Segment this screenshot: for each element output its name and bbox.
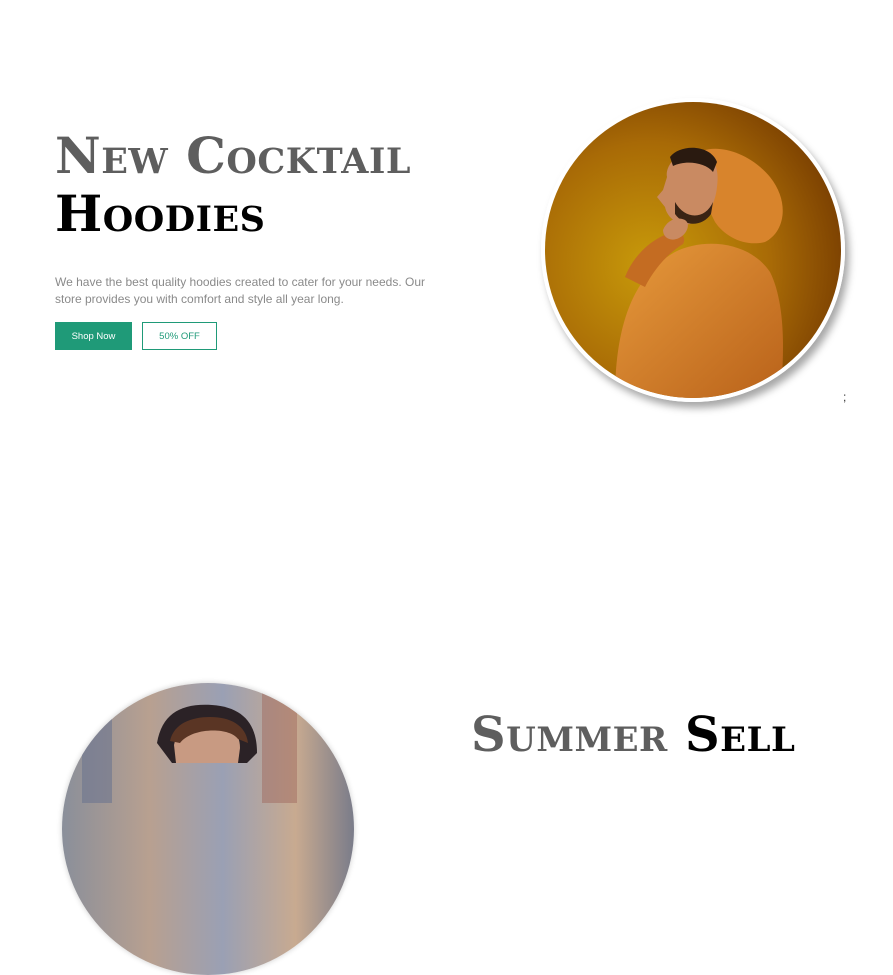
- hero-title-line2: Hoodies: [55, 184, 266, 243]
- hero-description: We have the best quality hoodies created…: [55, 275, 425, 306]
- hero-actions: Shop Now 50% OFF: [55, 322, 475, 350]
- summer-title: Summer Sell: [471, 705, 795, 765]
- hero-title-line1: New Cocktail: [55, 126, 411, 185]
- summer-title-part2: Sell: [684, 707, 796, 763]
- hero-image: [541, 98, 845, 402]
- summer-image: [62, 683, 354, 975]
- hero-title: New Cocktail Hoodies: [55, 128, 475, 244]
- hero-text: New Cocktail Hoodies We have the best qu…: [55, 128, 475, 350]
- discount-button[interactable]: 50% OFF: [142, 322, 217, 350]
- stray-character: ;: [843, 390, 847, 404]
- summer-title-part1: Summer: [471, 707, 668, 763]
- shop-now-button[interactable]: Shop Now: [55, 322, 132, 350]
